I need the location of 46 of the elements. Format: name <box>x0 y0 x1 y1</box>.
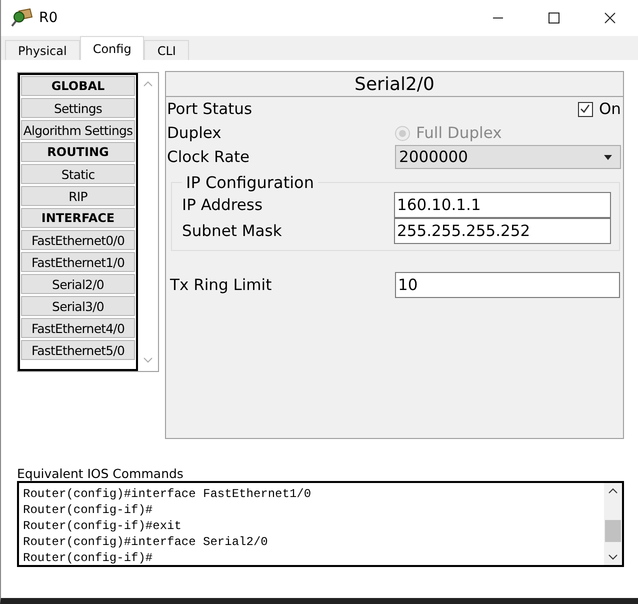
group-title: IP Configuration <box>185 173 315 192</box>
router-icon <box>11 8 33 28</box>
tab[interactable]: CLI <box>144 40 189 60</box>
console-line: Router(config)#interface Serial2/0 <box>23 534 269 550</box>
console-line: Router(config-if)#exit <box>23 518 182 534</box>
scrollbar[interactable] <box>604 483 622 565</box>
ip-address-field[interactable]: 160.10.1.1 <box>394 192 611 218</box>
scroll-up-icon[interactable] <box>608 488 618 494</box>
field-label: Port Status <box>167 100 254 118</box>
sidebar-header[interactable]: ROUTING <box>21 142 135 162</box>
console-line: Router(config-if)# <box>23 550 154 566</box>
scroll-down-icon[interactable] <box>608 554 618 560</box>
sidebar-item[interactable]: Algorithm Settings <box>21 120 135 140</box>
dropdown-caret-icon <box>604 154 612 160</box>
window-title: R0 <box>39 10 58 26</box>
field-label: Tx Ring Limit <box>170 276 273 294</box>
sidebar-item[interactable]: Serial3/0 <box>21 296 135 316</box>
field-label: IP Address <box>182 196 264 214</box>
checkbox-label: On <box>598 100 621 118</box>
sidebar-item[interactable]: FastEthernet5/0 <box>21 340 135 360</box>
maximize-icon[interactable] <box>548 12 560 24</box>
scroll-thumb[interactable] <box>605 520 621 542</box>
sidebar-item[interactable]: FastEthernet0/0 <box>21 230 135 250</box>
console-title: Equivalent IOS Commands <box>17 467 184 481</box>
radio-label: Full Duplex <box>416 124 502 142</box>
sidebar-header[interactable]: GLOBAL <box>21 76 135 96</box>
sidebar-item[interactable]: FastEthernet1/0 <box>21 252 135 272</box>
tab[interactable]: Config <box>80 36 144 60</box>
field-label: Duplex <box>167 124 222 142</box>
sidebar-header[interactable]: INTERFACE <box>21 208 135 228</box>
field-label: Subnet Mask <box>182 222 283 240</box>
sidebar-item[interactable]: Settings <box>21 98 135 118</box>
sidebar-item[interactable]: RIP <box>21 186 135 206</box>
close-icon[interactable] <box>604 12 616 24</box>
sidebar-item[interactable]: Static <box>21 164 135 184</box>
checkbox[interactable] <box>578 102 593 116</box>
clock-rate-dropdown[interactable]: 2000000 <box>395 145 621 169</box>
sidebar-item[interactable]: FastEthernet4/0 <box>21 318 135 338</box>
sidebar-item[interactable]: Serial2/0 <box>21 274 135 294</box>
subnet-mask-field[interactable]: 255.255.255.252 <box>394 218 611 244</box>
console-line: Router(config)#interface FastEthernet1/0 <box>23 486 312 502</box>
field-label: Clock Rate <box>167 148 251 166</box>
panel-title: Serial2/0 <box>166 72 623 97</box>
tx-ring-limit-field[interactable]: 10 <box>395 272 620 298</box>
tab[interactable]: Physical <box>5 40 80 60</box>
console-line: Router(config-if)# <box>23 502 154 518</box>
